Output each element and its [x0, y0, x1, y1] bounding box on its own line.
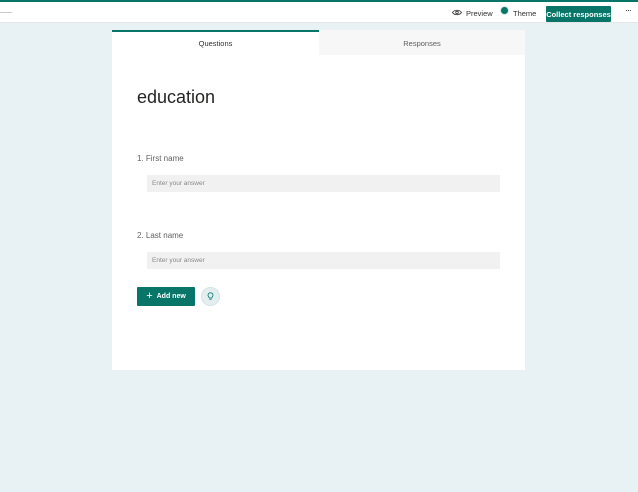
question-2-answer-input[interactable]: [147, 252, 500, 269]
theme-button[interactable]: Theme: [500, 5, 537, 20]
eye-icon: [452, 9, 462, 18]
palette-icon: [500, 5, 509, 15]
top-toolbar: Preview Theme Collect responses ···: [0, 2, 638, 23]
form-title[interactable]: education: [137, 87, 215, 108]
plus-icon: +: [146, 290, 153, 302]
more-options-icon[interactable]: ···: [622, 5, 634, 19]
question-1-answer-input[interactable]: [147, 175, 500, 192]
theme-label: Theme: [513, 8, 537, 18]
add-new-button[interactable]: + Add new: [137, 287, 195, 306]
insights-button[interactable]: [201, 287, 220, 306]
question-2-label[interactable]: 2. Last name: [137, 231, 183, 240]
question-1-label[interactable]: 1. First name: [137, 154, 184, 163]
form-card: Questions Responses education 1. First n…: [112, 30, 525, 370]
tab-responses[interactable]: Responses: [319, 30, 525, 55]
preview-label: Preview: [466, 8, 493, 18]
toolbar-left-divider: [0, 12, 12, 13]
preview-button[interactable]: Preview: [452, 6, 493, 20]
tab-questions[interactable]: Questions: [112, 30, 319, 55]
lightbulb-icon: [207, 288, 214, 306]
collect-responses-button[interactable]: Collect responses: [546, 6, 611, 22]
add-new-label: Add new: [156, 293, 186, 300]
